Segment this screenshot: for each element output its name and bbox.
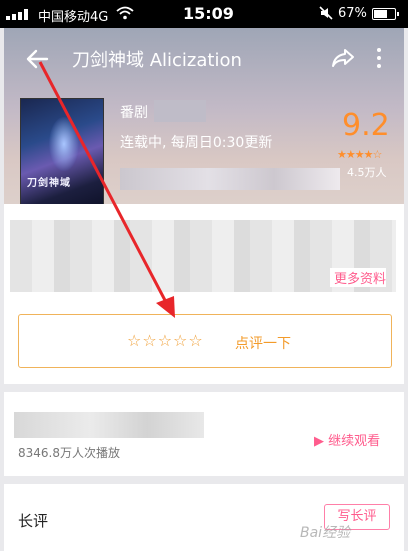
rate-label: 点评一下 <box>235 336 291 352</box>
battery-icon <box>372 8 399 20</box>
blurred-episode-title <box>14 412 204 438</box>
blurred-info <box>120 168 340 190</box>
series-type-label: 番剧 | <box>120 102 157 122</box>
continue-watching-button[interactable]: ▶ 继续观看 <box>314 430 380 449</box>
cover-poster[interactable]: 刀剑神域 <box>20 98 104 208</box>
clock: 15:09 <box>183 4 234 23</box>
rating-count: 4.5万人 <box>347 166 387 179</box>
series-type: 番剧 <box>120 105 148 121</box>
status-bar: 中国移动4G 15:09 67% <box>0 0 408 28</box>
section-title: 长评 <box>18 512 49 530</box>
rating-score: 9.2 <box>342 108 390 143</box>
rating-stars-icon: ★★★★☆ <box>337 148 382 161</box>
intro-card: 更多资料 ☆☆☆☆☆ 点评一下 <box>4 204 404 384</box>
signal-icon <box>6 8 32 20</box>
update-status: 连载中, 每周日0:30更新 <box>120 135 273 151</box>
more-options-icon[interactable] <box>374 48 384 70</box>
page-title: 刀剑神域 Alicization <box>72 50 242 71</box>
poster-art <box>49 117 79 171</box>
more-info-link[interactable]: 更多资料 <box>330 268 387 287</box>
carrier-label: 中国移动4G <box>38 10 109 25</box>
mute-icon <box>318 5 334 25</box>
poster-logo: 刀剑神域 <box>27 178 71 189</box>
play-count: 8346.8万人次播放 <box>18 446 120 460</box>
share-icon[interactable] <box>330 46 356 70</box>
rate-button[interactable]: ☆☆☆☆☆ 点评一下 <box>18 314 392 368</box>
watermark-logo: Bai经验 <box>300 525 351 541</box>
battery-percent: 67% <box>338 6 367 21</box>
blurred-tag <box>154 100 206 122</box>
detail-header: 刀剑神域 Alicization 刀剑神域 番剧 | 连载中, 每周日0:30更… <box>4 28 404 208</box>
episode-card: 8346.8万人次播放 ▶ 继续观看 <box>4 392 404 476</box>
empty-stars-icon: ☆☆☆☆☆ <box>127 331 204 350</box>
wifi-icon <box>116 6 134 24</box>
back-arrow-icon[interactable] <box>24 48 50 70</box>
